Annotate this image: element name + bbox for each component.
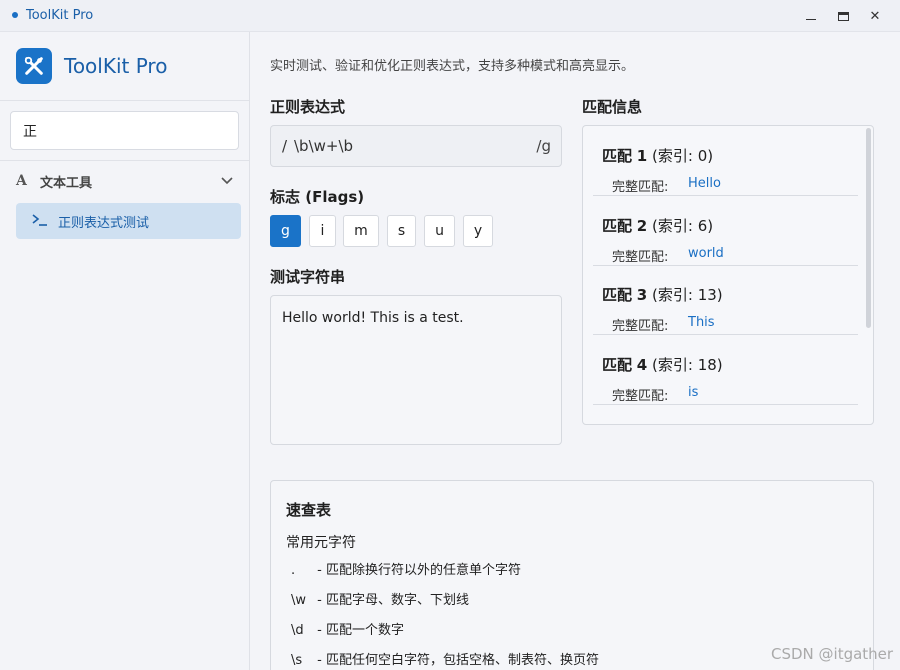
maximize-button[interactable] (826, 0, 860, 32)
test-string-title: 测试字符串 (270, 268, 346, 286)
list-item: 匹配 2 (索引: 6) 完整匹配: world (593, 196, 858, 266)
full-match-label: 完整匹配: (612, 180, 669, 195)
divider (0, 160, 249, 161)
test-string-textarea[interactable]: Hello world! This is a test. (270, 295, 562, 445)
cheatsheet-row: . - 匹配除换行符以外的任意单个字符 (291, 563, 521, 578)
toolkit-logo-icon (16, 48, 52, 84)
match-info-title: 匹配信息 (582, 98, 643, 116)
flag-y-button[interactable]: y (463, 215, 493, 247)
watermark: CSDN @itgather (771, 645, 894, 663)
group-text-tools[interactable]: A 文本工具 (16, 170, 234, 192)
cheatsheet-row: \s - 匹配任何空白字符，包括空格、制表符、换页符 (291, 653, 599, 668)
maximize-icon (837, 11, 849, 21)
brand: ToolKit Pro (16, 48, 167, 84)
regex-pattern: \b\w+\b (294, 137, 354, 155)
full-match-label: 完整匹配: (612, 250, 669, 265)
group-label: 文本工具 (40, 175, 93, 191)
cheatsheet-title: 速查表 (286, 501, 332, 519)
flag-m-button[interactable]: m (343, 215, 379, 247)
regex-prefix: / (282, 137, 288, 155)
terminal-icon (32, 212, 48, 231)
flag-i-button[interactable]: i (309, 215, 336, 247)
full-match-label: 完整匹配: (612, 389, 669, 404)
list-item: 匹配 3 (索引: 13) 完整匹配: This (593, 265, 858, 335)
list-item: 匹配 4 (索引: 18) 完整匹配: is (593, 335, 858, 405)
title-bar: ToolKit Pro ✕ (0, 0, 900, 32)
match-heading: 匹配 3 (索引: 13) (602, 286, 723, 304)
full-match-value: is (688, 385, 699, 400)
full-match-value: Hello (688, 176, 721, 191)
cheatsheet-row: \d - 匹配一个数字 (291, 623, 404, 638)
full-match-value: This (688, 315, 715, 330)
regex-input[interactable]: / \b\w+\b /g (270, 125, 562, 167)
cheatsheet-row: \w - 匹配字母、数字、下划线 (291, 593, 469, 608)
list-item: 匹配 1 (索引: 0) 完整匹配: Hello (593, 126, 858, 196)
divider (0, 100, 249, 101)
match-list[interactable]: 匹配 1 (索引: 0) 完整匹配: Hello 匹配 2 (索引: 6) 完整… (582, 125, 874, 425)
app-dot-icon (12, 12, 18, 18)
window-title: ToolKit Pro (26, 8, 94, 23)
close-button[interactable]: ✕ (858, 0, 892, 32)
minimize-button[interactable] (794, 0, 828, 32)
cheatsheet-subtitle: 常用元字符 (286, 535, 356, 551)
match-heading: 匹配 2 (索引: 6) (602, 217, 714, 235)
regex-title: 正则表达式 (270, 98, 346, 116)
full-match-value: world (688, 246, 724, 261)
flag-s-button[interactable]: s (387, 215, 416, 247)
brand-name: ToolKit Pro (64, 54, 168, 78)
cheatsheet-panel: 速查表 常用元字符 . - 匹配除换行符以外的任意单个字符 \w - 匹配字母、… (270, 480, 874, 670)
minimize-icon (806, 18, 816, 20)
flags-title: 标志 (Flags) (270, 188, 365, 206)
sidebar: ToolKit Pro A 文本工具 正则表达式测试 (0, 32, 250, 670)
font-a-icon: A (16, 173, 27, 189)
match-heading: 匹配 1 (索引: 0) (602, 147, 714, 165)
chevron-down-icon (220, 173, 234, 192)
search-input[interactable] (10, 111, 239, 150)
flag-u-button[interactable]: u (424, 215, 455, 247)
sidebar-item-regex-tester[interactable]: 正则表达式测试 (16, 203, 241, 239)
main-content: 实时测试、验证和优化正则表达式，支持多种模式和高亮显示。 正则表达式 / \b\… (250, 32, 900, 670)
sidebar-item-label: 正则表达式测试 (58, 215, 150, 231)
regex-suffix: /g (536, 137, 551, 155)
page-description: 实时测试、验证和优化正则表达式，支持多种模式和高亮显示。 (270, 59, 635, 74)
flag-g-button[interactable]: g (270, 215, 301, 247)
full-match-label: 完整匹配: (612, 319, 669, 334)
match-heading: 匹配 4 (索引: 18) (602, 356, 723, 374)
close-icon: ✕ (869, 8, 881, 24)
scrollbar[interactable] (866, 128, 871, 328)
